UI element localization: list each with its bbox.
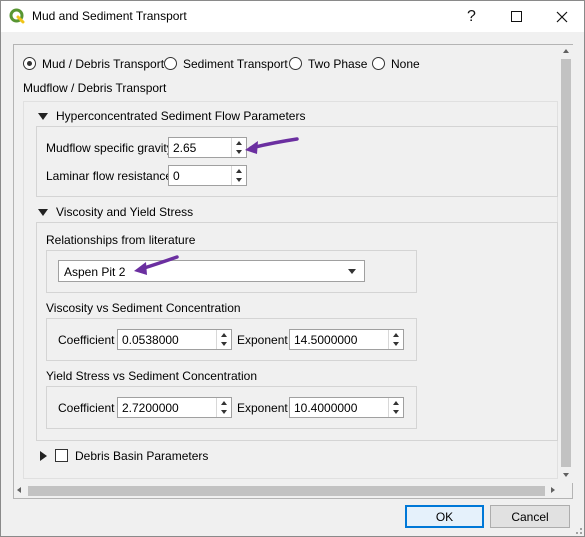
vertical-scrollbar[interactable] [559, 45, 573, 483]
expand-arrow-debris-icon[interactable] [40, 451, 47, 461]
yield-exp-spin-buttons[interactable] [388, 398, 403, 417]
radio-sediment-transport[interactable] [164, 57, 177, 70]
laminar-input[interactable] [169, 166, 231, 185]
radio-mud-debris-label[interactable]: Mud / Debris Transport [42, 57, 164, 71]
visc-exp-label: Exponent [237, 333, 288, 347]
relationships-label: Relationships from literature [46, 233, 196, 247]
yield-coef-spin-buttons[interactable] [216, 398, 231, 417]
laminar-spin-buttons[interactable] [231, 166, 246, 185]
yield-coef-up-icon[interactable] [217, 398, 231, 407]
dialog-window: Mud and Sediment Transport ? Mud / Debri… [0, 0, 585, 537]
scroll-right-icon[interactable] [551, 487, 555, 493]
maximize-icon [511, 11, 522, 22]
resize-grip-icon[interactable] [571, 523, 583, 535]
laminar-down-icon[interactable] [232, 175, 246, 184]
yield-exp-input[interactable] [290, 398, 388, 417]
laminar-up-icon[interactable] [232, 166, 246, 175]
chevron-down-icon[interactable] [348, 269, 356, 274]
visc-exp-spinbox[interactable] [289, 329, 404, 350]
relationship-select[interactable]: Aspen Pit 2 [58, 260, 365, 282]
hyper-header[interactable]: Hyperconcentrated Sediment Flow Paramete… [56, 109, 305, 123]
debris-basin-checkbox[interactable] [55, 449, 68, 462]
gravity-label: Mudflow specific gravity [46, 141, 173, 155]
radio-none[interactable] [372, 57, 385, 70]
annotation-arrow-1-icon [245, 137, 299, 154]
gravity-spinbox[interactable] [168, 137, 247, 158]
relationship-selected-value: Aspen Pit 2 [64, 265, 126, 279]
qgis-logo-icon [9, 8, 25, 24]
yield-exp-spinbox[interactable] [289, 397, 404, 418]
viscosity-header[interactable]: Viscosity and Yield Stress [56, 205, 193, 219]
help-icon: ? [467, 7, 476, 25]
annotation-arrow-2-icon [134, 255, 179, 275]
radio-none-label[interactable]: None [391, 57, 420, 71]
title-bar: Mud and Sediment Transport ? [1, 1, 584, 32]
scroll-up-icon[interactable] [563, 49, 569, 53]
horizontal-scroll-thumb[interactable] [28, 486, 545, 496]
yield-group-label: Yield Stress vs Sediment Concentration [46, 369, 257, 383]
close-icon [556, 11, 567, 22]
collapse-arrow-viscosity-icon[interactable] [38, 209, 48, 216]
visc-coef-down-icon[interactable] [217, 339, 231, 348]
yield-coef-label: Coefficient [58, 401, 115, 415]
help-button[interactable]: ? [449, 1, 494, 32]
horizontal-scrollbar[interactable] [14, 484, 559, 498]
collapse-arrow-hyper-icon[interactable] [38, 113, 48, 120]
radio-mud-debris[interactable] [23, 57, 36, 70]
yield-exp-down-icon[interactable] [389, 407, 403, 416]
yield-coef-input[interactable] [118, 398, 216, 417]
vertical-scroll-thumb[interactable] [561, 59, 571, 467]
visc-exp-input[interactable] [290, 330, 388, 349]
laminar-spinbox[interactable] [168, 165, 247, 186]
yield-exp-up-icon[interactable] [389, 398, 403, 407]
visc-coef-label: Coefficient [58, 333, 115, 347]
radio-two-phase-label[interactable]: Two Phase [308, 57, 367, 71]
visc-coef-up-icon[interactable] [217, 330, 231, 339]
gravity-input[interactable] [169, 138, 231, 157]
scroll-down-icon[interactable] [563, 473, 569, 477]
visc-exp-up-icon[interactable] [389, 330, 403, 339]
yield-coef-down-icon[interactable] [217, 407, 231, 416]
ok-button[interactable]: OK [405, 505, 484, 528]
yield-coef-spinbox[interactable] [117, 397, 232, 418]
close-button[interactable] [539, 1, 584, 32]
visc-exp-spin-buttons[interactable] [388, 330, 403, 349]
radio-sediment-transport-label[interactable]: Sediment Transport [183, 57, 288, 71]
debris-basin-label[interactable]: Debris Basin Parameters [75, 449, 208, 463]
window-title: Mud and Sediment Transport [32, 9, 187, 23]
section-title: Mudflow / Debris Transport [23, 81, 167, 95]
maximize-button[interactable] [494, 1, 539, 32]
visc-coef-spinbox[interactable] [117, 329, 232, 350]
visc-coef-input[interactable] [118, 330, 216, 349]
visc-exp-down-icon[interactable] [389, 339, 403, 348]
scroll-left-icon[interactable] [17, 487, 21, 493]
yield-exp-label: Exponent [237, 401, 288, 415]
visc-coef-spin-buttons[interactable] [216, 330, 231, 349]
visc-group-label: Viscosity vs Sediment Concentration [46, 301, 241, 315]
laminar-label: Laminar flow resistance [46, 169, 173, 183]
cancel-button[interactable]: Cancel [490, 505, 570, 528]
radio-two-phase[interactable] [289, 57, 302, 70]
